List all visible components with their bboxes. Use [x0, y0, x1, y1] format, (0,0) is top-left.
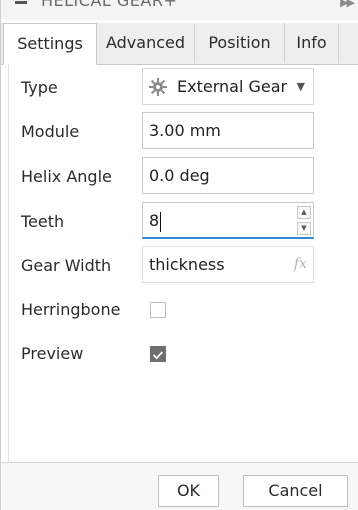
panel-divider — [8, 64, 9, 462]
helix-angle-value: 0.0 deg — [149, 166, 210, 185]
text-cursor — [160, 211, 162, 232]
preview-checkbox[interactable] — [150, 346, 166, 362]
type-label: Type — [21, 78, 58, 97]
tab-info[interactable]: Info — [285, 23, 339, 63]
helical-gear-dialog: HELICAL GEAR+ ▶▶ Settings Advanced Posit… — [0, 0, 358, 510]
helix-angle-label: Helix Angle — [21, 167, 112, 186]
double-chevron-right-icon[interactable]: ▶▶ — [340, 0, 355, 9]
herringbone-checkbox[interactable] — [150, 302, 166, 318]
tab-advanced[interactable]: Advanced — [97, 23, 195, 63]
herringbone-label: Herringbone — [21, 300, 121, 319]
checkmark-icon — [153, 351, 164, 360]
tab-position[interactable]: Position — [195, 23, 285, 63]
dialog-title: HELICAL GEAR+ — [41, 0, 178, 10]
gear-width-label: Gear Width — [21, 256, 112, 275]
helix-angle-input[interactable]: 0.0 deg — [142, 157, 314, 194]
preview-label: Preview — [21, 344, 84, 363]
chevron-down-icon[interactable]: ▼ — [297, 69, 305, 104]
gear-icon — [149, 78, 167, 96]
spin-up-icon[interactable]: ▲ — [297, 206, 311, 219]
cancel-button[interactable]: Cancel — [243, 475, 348, 507]
type-value: External Gear — [177, 77, 288, 96]
tab-bar: Settings Advanced Position Info — [1, 23, 358, 65]
gear-width-input[interactable]: thickness fx — [142, 246, 314, 283]
dialog-footer: OK Cancel — [1, 462, 358, 510]
teeth-spinner: ▲ ▼ — [297, 206, 311, 235]
module-label: Module — [21, 122, 80, 141]
module-value: 3.00 mm — [149, 121, 221, 140]
teeth-label: Teeth — [21, 212, 65, 231]
teeth-value: 8 — [149, 211, 160, 230]
module-input[interactable]: 3.00 mm — [142, 112, 314, 149]
title-bar: HELICAL GEAR+ ▶▶ — [1, 0, 358, 20]
gear-width-value: thickness — [149, 255, 225, 274]
spin-down-icon[interactable]: ▼ — [297, 222, 311, 235]
minus-icon[interactable] — [15, 1, 27, 4]
fx-icon[interactable]: fx — [294, 247, 307, 282]
teeth-input[interactable]: 8 ▲ ▼ — [142, 202, 314, 239]
tab-settings[interactable]: Settings — [3, 23, 97, 65]
ok-button[interactable]: OK — [158, 475, 219, 507]
type-dropdown[interactable]: External Gear ▼ — [142, 68, 314, 105]
